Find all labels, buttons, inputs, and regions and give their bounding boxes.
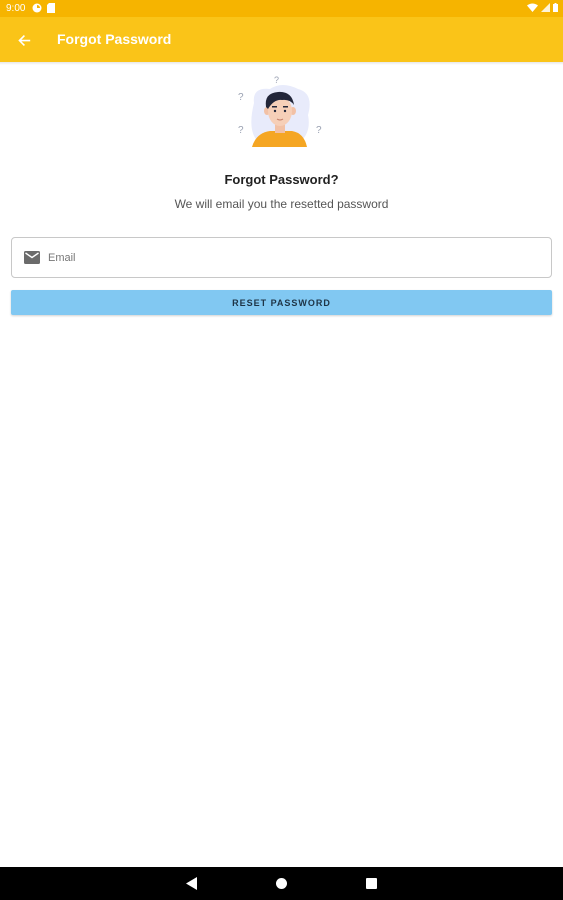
reset-password-button[interactable]: RESET PASSWORD — [11, 290, 552, 315]
svg-text:?: ? — [238, 92, 244, 103]
nav-home-icon[interactable] — [276, 878, 287, 889]
svg-text:?: ? — [238, 125, 244, 136]
sim-card-icon — [47, 3, 55, 13]
app-bar: Forgot Password — [0, 17, 563, 62]
email-field[interactable] — [11, 237, 552, 278]
nav-back-icon[interactable] — [186, 877, 198, 890]
email-input[interactable] — [48, 244, 538, 271]
mail-icon — [24, 251, 40, 264]
nav-recents-icon[interactable] — [366, 878, 377, 889]
system-nav-bar — [0, 867, 563, 900]
confused-person-illustration: ? ? ? ? — [232, 75, 332, 150]
signal-icon — [541, 3, 550, 12]
status-right-icons — [527, 3, 558, 12]
app-bar-shadow — [0, 62, 563, 65]
forgot-password-heading: Forgot Password? — [224, 172, 339, 187]
svg-text:?: ? — [316, 125, 322, 136]
status-time: 9:00 — [6, 3, 26, 14]
forgot-password-subheading: We will email you the resetted password — [174, 197, 389, 211]
arrow-back-icon — [17, 34, 30, 46]
back-button[interactable] — [10, 27, 38, 53]
data-saver-icon — [32, 3, 42, 13]
status-left-icons — [32, 3, 55, 13]
status-bar: 9:00 — [0, 0, 563, 17]
wifi-icon — [527, 3, 538, 12]
page-title: Forgot Password — [57, 31, 172, 47]
svg-text:?: ? — [274, 75, 279, 85]
battery-icon — [553, 3, 558, 12]
